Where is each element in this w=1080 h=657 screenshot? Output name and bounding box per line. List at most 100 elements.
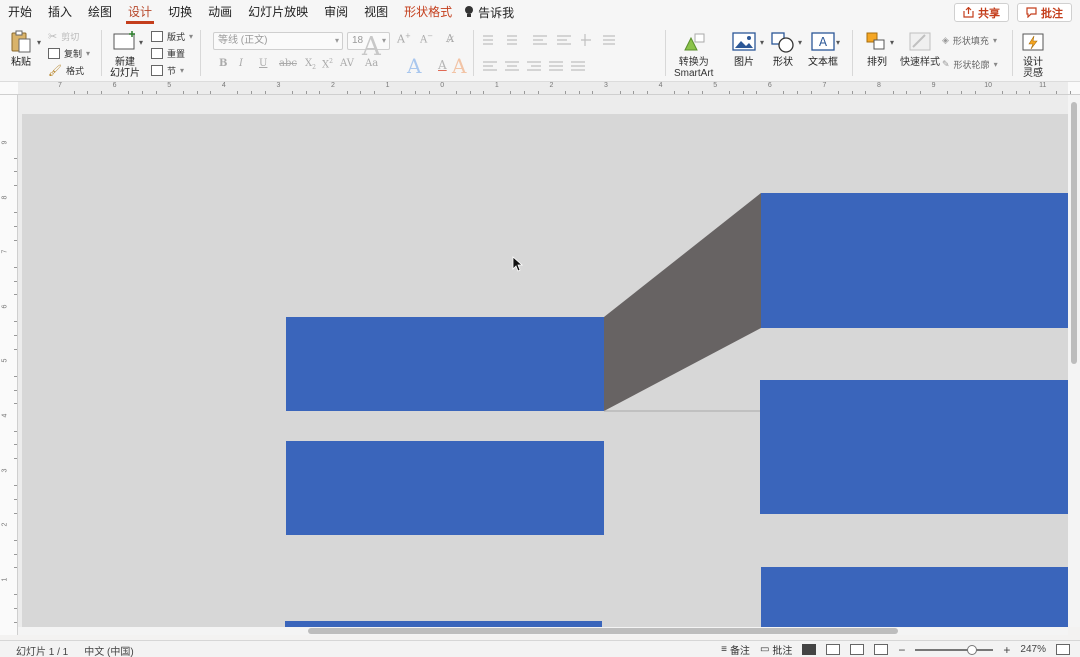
tab-transitions[interactable]: 切换	[160, 0, 200, 24]
slideshow-view-icon[interactable]	[874, 644, 889, 655]
zoom-in-icon[interactable]: +	[1003, 643, 1010, 657]
tab-shape-format[interactable]: 形状格式	[396, 0, 460, 24]
right-rectangle-1[interactable]	[761, 193, 1068, 328]
vertical-scrollbar[interactable]	[1068, 95, 1080, 627]
strikethrough-button[interactable]: abc	[279, 58, 297, 69]
zoom-slider-knob[interactable]	[967, 644, 978, 655]
arrange-dropdown-icon[interactable]: ▾	[890, 38, 894, 47]
ruler-tick	[155, 91, 157, 94]
slide-canvas[interactable]	[22, 114, 1068, 627]
horizontal-scroll-thumb[interactable]	[308, 628, 898, 634]
ruler-tick	[14, 539, 17, 541]
smartart-icon	[681, 30, 707, 54]
reading-view-icon[interactable]	[850, 644, 865, 655]
cut-button[interactable]: ✂ 剪切	[48, 28, 79, 44]
layout-button[interactable]: 版式 ▾	[151, 28, 193, 44]
ruler-tick	[524, 91, 526, 94]
share-button[interactable]: 共享	[954, 3, 1009, 22]
tab-design[interactable]: 设计	[120, 0, 160, 24]
ruler-tick	[892, 91, 894, 94]
tab-animations[interactable]: 动画	[200, 0, 240, 24]
shrink-font-icon[interactable]: A−	[420, 32, 433, 45]
paste-button[interactable]: 粘贴	[8, 30, 34, 68]
ruler-tick	[141, 91, 143, 94]
shapes-dropdown-icon[interactable]: ▾	[798, 38, 802, 47]
ruler-tick	[1001, 91, 1003, 94]
design-ideas-button[interactable]: 设计 灵感	[1020, 30, 1046, 79]
clear-format-icon[interactable]: A̷	[446, 32, 454, 45]
bold-button[interactable]: B	[219, 58, 227, 69]
ruler-h-label: 6	[112, 82, 117, 89]
ruler-tick	[947, 91, 949, 94]
reset-button[interactable]: 重置	[151, 45, 185, 61]
ruler-v-label: 7	[1, 249, 9, 254]
status-comments-button[interactable]: ▭ 批注	[760, 642, 792, 657]
comments-button[interactable]: 批注	[1017, 3, 1072, 22]
ruler-tick	[401, 91, 403, 94]
vertical-scroll-thumb[interactable]	[1071, 102, 1077, 364]
text-effects-icon[interactable]: A	[407, 54, 421, 78]
zoom-out-icon[interactable]: −	[898, 643, 905, 657]
change-case-button[interactable]: Aa	[365, 58, 378, 69]
tab-insert[interactable]: 插入	[40, 0, 80, 24]
char-spacing-button[interactable]: AV	[340, 58, 354, 69]
ruler-tick	[960, 91, 962, 94]
language-indicator[interactable]: 中文 (中国)	[84, 643, 133, 657]
slide-sorter-icon[interactable]	[826, 644, 841, 655]
convert-smartart-button[interactable]: 转换为 SmartArt	[674, 30, 713, 79]
copy-button[interactable]: 复制 ▾	[48, 45, 90, 61]
ruler-tick	[100, 91, 102, 94]
picture-button[interactable]: 图片	[731, 30, 757, 68]
format-painter-button[interactable]: 🖌 格式	[48, 62, 84, 78]
horizontal-scrollbar[interactable]	[18, 627, 1068, 635]
ruler-tick	[128, 91, 130, 94]
tab-slideshow[interactable]: 幻灯片放映	[240, 0, 316, 24]
paste-dropdown-icon[interactable]: ▾	[37, 38, 41, 47]
textbox-button[interactable]: A 文本框	[808, 30, 838, 68]
zoom-slider[interactable]	[915, 644, 994, 655]
tab-view[interactable]: 视图	[356, 0, 396, 24]
editing-area[interactable]	[18, 95, 1068, 627]
section-button[interactable]: 节 ▾	[151, 62, 184, 78]
shapes-button[interactable]: 形状	[770, 30, 796, 68]
tab-review[interactable]: 审阅	[316, 0, 356, 24]
normal-view-icon[interactable]	[802, 644, 817, 655]
tab-home[interactable]: 开始	[0, 0, 40, 24]
ruler-tick	[14, 430, 17, 432]
fit-to-window-icon[interactable]	[1056, 644, 1070, 655]
ruler-v-label: 5	[1, 358, 9, 363]
notes-button[interactable]: ≡ 备注	[721, 642, 750, 657]
grow-font-icon[interactable]: A+	[397, 32, 411, 46]
chevron-down-icon: ▾	[86, 48, 91, 58]
status-bar: 幻灯片 1 / 1 中文 (中国) ≡ 备注 ▭ 批注 − + 247%	[0, 640, 1080, 657]
italic-button[interactable]: I	[239, 58, 243, 69]
reset-label: 重置	[167, 48, 186, 59]
ruler-tick	[237, 91, 239, 94]
superscript-button[interactable]: X2	[322, 58, 333, 70]
shape-outline-button[interactable]: ✎ 形状轮廓 ▾	[942, 56, 998, 72]
ruler-h-label: 7	[58, 82, 62, 89]
font-name-field[interactable]: 等线 (正文) ▾	[213, 32, 343, 50]
left-rectangle-1[interactable]	[286, 317, 604, 411]
left-rectangle-2[interactable]	[286, 441, 604, 535]
underline-button[interactable]: U	[259, 58, 267, 69]
right-rectangle-2[interactable]	[760, 380, 1068, 514]
quick-styles-button[interactable]: 快速样式	[900, 30, 940, 68]
arrange-button[interactable]: 排列	[864, 30, 890, 68]
ruler-tick	[865, 91, 867, 94]
new-slide-button[interactable]: 新建 幻灯片	[110, 30, 140, 79]
ruler-tick	[14, 512, 17, 514]
font-color-icon[interactable]: A	[438, 58, 447, 72]
vertical-ruler[interactable]: 9 8 7 6 5 4 3 2 1	[0, 95, 18, 635]
tab-draw[interactable]: 绘图	[80, 0, 120, 24]
tell-me-search[interactable]: 告诉我	[460, 4, 518, 21]
new-slide-dropdown-icon[interactable]: ▾	[139, 38, 143, 47]
horizontal-ruler[interactable]: 7 6 5 4 3 2 1 0 1 2 3 4 5 6 7 8 9 10 11	[0, 82, 1080, 95]
zoom-level[interactable]: 247%	[1020, 644, 1046, 655]
right-rectangle-3[interactable]	[761, 567, 1068, 627]
picture-dropdown-icon[interactable]: ▾	[760, 38, 764, 47]
subscript-button[interactable]: X2	[305, 58, 316, 71]
textbox-dropdown-icon[interactable]: ▾	[836, 38, 840, 47]
shape-fill-button[interactable]: ◈ 形状填充 ▾	[942, 32, 997, 48]
highlight-icon[interactable]: A	[452, 54, 466, 78]
